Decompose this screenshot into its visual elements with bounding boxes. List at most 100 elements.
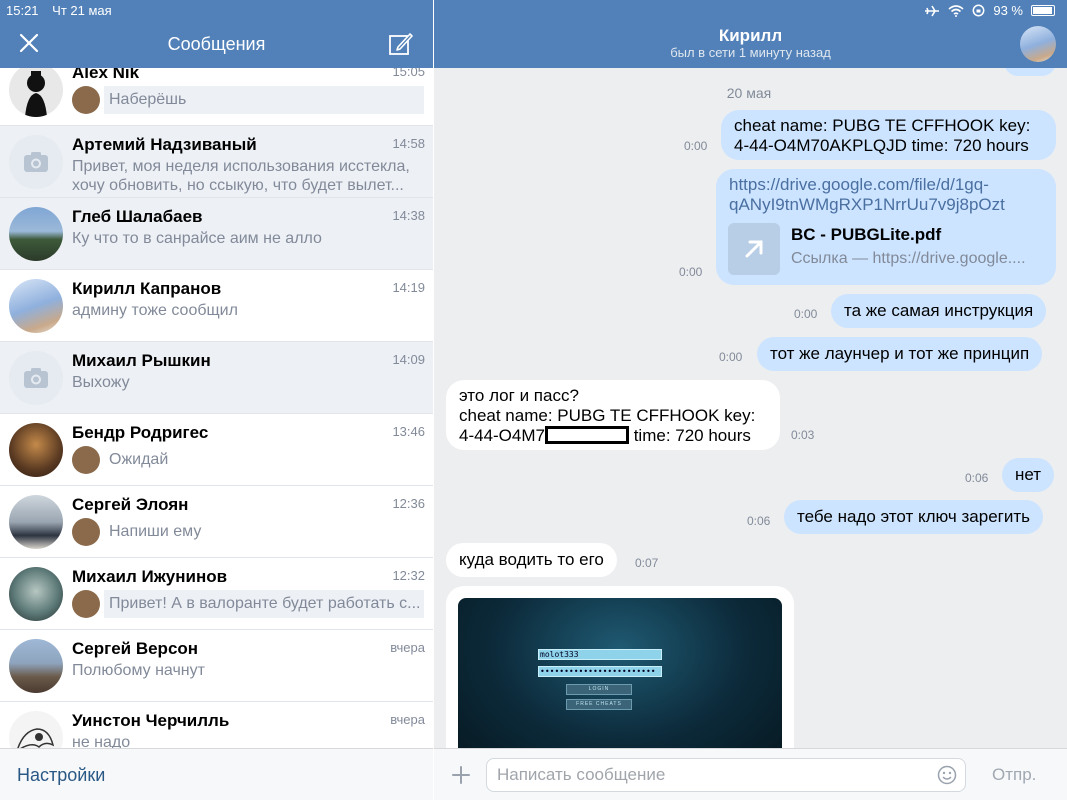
- dialog-item[interactable]: Кирилл Капранов 14:19 админу тоже сообщи…: [0, 270, 433, 342]
- message-time: 0:00: [684, 139, 708, 153]
- redaction-box: [544, 426, 629, 444]
- dialog-name: Михаил Рышкин: [72, 351, 211, 370]
- camera-icon: [24, 368, 48, 388]
- dialog-name: Alex Nik: [72, 68, 140, 82]
- status-time: 15:21: [6, 3, 39, 18]
- message-bubble: тот же лаунчер и тот же принцип: [757, 337, 1043, 371]
- message-time: 0:00: [719, 350, 743, 364]
- image-message[interactable]: molot333 •••••••••••••••••••••••• LOGIN …: [446, 586, 794, 748]
- dialogs-footer: Настройки: [0, 748, 433, 800]
- attachment-link-icon[interactable]: [728, 223, 780, 275]
- own-reply: Ожидай: [72, 445, 424, 474]
- attachment-title[interactable]: BC - PUBGLite.pdf: [791, 225, 941, 245]
- dialog-item[interactable]: Alex Nik 15:05 Наберёшь: [0, 68, 433, 126]
- dialog-item[interactable]: Глеб Шалабаев 14:38 Ку что то в санрайсе…: [0, 198, 433, 270]
- message-input[interactable]: [486, 758, 966, 792]
- dialog-item[interactable]: Сергей Версон вчера Полюбому начнут: [0, 630, 433, 702]
- compose-icon[interactable]: [388, 31, 414, 57]
- wifi-icon: [948, 4, 964, 17]
- avatar: [9, 279, 63, 333]
- avatar: [9, 711, 63, 748]
- dialog-preview: Полюбому начнут: [72, 662, 205, 679]
- message-line: 4-44-O4M70AKPLQJD time: 720 hours: [734, 136, 1029, 155]
- dialog-preview: админу тоже сообщил: [72, 302, 238, 319]
- message-time: 0:06: [747, 514, 771, 528]
- message-text: тебе надо этот ключ зарегить: [797, 507, 1031, 526]
- key-suffix: time: 720 hours: [628, 426, 751, 445]
- dialog-name: Бендр Родригес: [72, 423, 209, 442]
- dialog-preview: Наберёшь: [104, 86, 424, 114]
- dialog-preview: Ку что то в санрайсе аим не алло: [72, 230, 322, 247]
- dialog-preview: Ожидай: [109, 451, 169, 468]
- message-line: это лог и пасс?: [459, 386, 579, 405]
- dialog-item[interactable]: Артемий Надзиваный 14:58 Привет, моя нед…: [0, 126, 433, 198]
- message-link[interactable]: qANyI9tnWMgRXP1NrrUu7v9j8pOzt: [729, 195, 1043, 215]
- my-avatar: [72, 446, 100, 474]
- dialog-preview: не надо: [72, 734, 131, 748]
- avatar: [9, 207, 63, 261]
- dialog-item[interactable]: Михаил Рышкин 14:09 Выхожу: [0, 342, 433, 414]
- camera-icon: [24, 152, 48, 172]
- battery-icon: [1031, 5, 1055, 16]
- message-text: куда водить то его: [459, 550, 604, 569]
- my-avatar: [72, 590, 100, 618]
- attachment-subtitle: Ссылка — https://drive.google....: [791, 250, 1026, 267]
- dialog-preview: Привет, моя неделя использования исстекл…: [72, 158, 410, 194]
- dialog-item[interactable]: Михаил Ижунинов 12:32 Привет! А в валора…: [0, 558, 433, 630]
- own-reply: Напиши ему: [72, 517, 424, 546]
- avatar: [9, 423, 63, 477]
- chat-header: 93 % Кирилл был в сети 1 минуту назад: [434, 0, 1067, 68]
- dialog-item[interactable]: Бендр Родригес 13:46 Ожидай: [0, 414, 433, 486]
- message-time: 0:00: [679, 265, 703, 279]
- rotation-lock-icon: [972, 4, 985, 17]
- message-list: 20 мая 0:00 cheat name: PUBG TE CFFHOOK …: [434, 68, 1067, 748]
- status-bar-left: 15:21 Чт 21 мая: [6, 3, 122, 18]
- dialogs-title: Сообщения: [167, 34, 266, 54]
- status-bar-right: 93 %: [924, 3, 1055, 18]
- chat-title[interactable]: Кирилл: [434, 26, 1067, 46]
- login-field: molot333: [538, 649, 662, 660]
- dialog-time: 14:19: [392, 280, 425, 295]
- message-time: 0:07: [635, 556, 659, 570]
- message-text: тот же лаунчер и тот же принцип: [770, 344, 1030, 363]
- dialog-time: 14:38: [392, 208, 425, 223]
- my-avatar: [72, 518, 100, 546]
- free-cheats-button: FREE CHEATS: [566, 699, 632, 710]
- message-bubble: куда водить то его: [446, 543, 617, 577]
- send-button[interactable]: Отпр.: [992, 765, 1036, 785]
- composer: Отпр.: [434, 748, 1067, 800]
- app-window: 15:21 Чт 21 мая Сообщения Alex Nik 15:05: [0, 0, 1067, 800]
- smile-icon[interactable]: [937, 765, 957, 785]
- avatar: [9, 567, 63, 621]
- dialog-item[interactable]: Сергей Элоян 12:36 Напиши ему: [0, 486, 433, 558]
- dialogs-header: 15:21 Чт 21 мая Сообщения: [0, 0, 433, 68]
- own-reply: Привет! А в валоранте будет работать с..…: [72, 589, 424, 618]
- dialog-name: Михаил Ижунинов: [72, 567, 228, 586]
- avatar: [9, 639, 63, 693]
- chat-avatar[interactable]: [1020, 26, 1056, 62]
- avatar: [9, 495, 63, 549]
- avatar: [9, 351, 63, 405]
- status-date: Чт 21 мая: [52, 3, 112, 18]
- dialog-name: Артемий Надзиваный: [72, 135, 257, 154]
- dialog-time: вчера: [390, 712, 425, 727]
- dialog-name: Кирилл Капранов: [72, 279, 222, 298]
- plus-icon[interactable]: [450, 764, 472, 786]
- dialog-name: Сергей Версон: [72, 639, 199, 658]
- dialog-item[interactable]: Уинстон Черчилль вчера не надо: [0, 702, 433, 748]
- chat-panel: 93 % Кирилл был в сети 1 минуту назад 20…: [434, 0, 1067, 800]
- message-line: cheat name: PUBG TE CFFHOOK key:: [734, 116, 1031, 135]
- message-link[interactable]: https://drive.google.com/file/d/1gq-: [729, 175, 1043, 195]
- battery-percent: 93 %: [993, 3, 1023, 18]
- settings-button[interactable]: Настройки: [17, 765, 105, 786]
- message-time: 0:03: [791, 428, 815, 442]
- message-bubble: это лог и пасс? cheat name: PUBG TE CFFH…: [446, 380, 780, 450]
- message-time: 0:06: [965, 471, 989, 485]
- avatar: [9, 135, 63, 189]
- message-time: 0:00: [794, 307, 818, 321]
- dialog-time: 14:58: [392, 136, 425, 151]
- dialogs-panel: 15:21 Чт 21 мая Сообщения Alex Nik 15:05: [0, 0, 433, 800]
- key-prefix: 4-44-O4M7: [459, 426, 545, 445]
- chat-status: был в сети 1 минуту назад: [670, 45, 831, 60]
- message-bubble: [1004, 68, 1056, 76]
